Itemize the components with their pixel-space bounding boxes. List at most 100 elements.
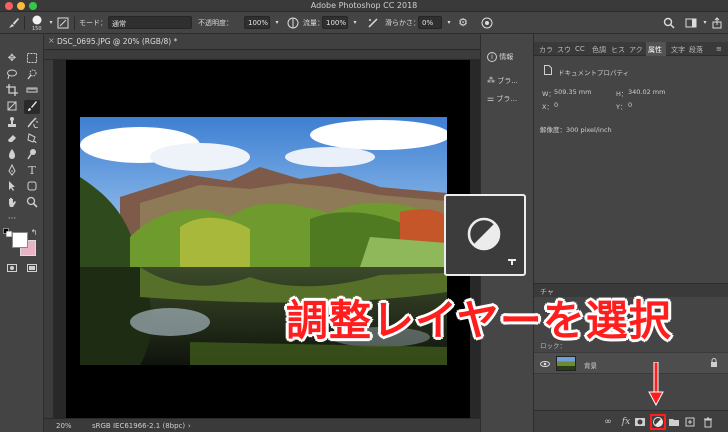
history-brush-tool-icon[interactable] bbox=[24, 116, 41, 130]
mode-select[interactable]: 通常 bbox=[108, 16, 192, 29]
crop-tool-icon[interactable] bbox=[4, 84, 20, 98]
brush-tool-icon[interactable] bbox=[24, 100, 40, 114]
path-select-tool-icon[interactable] bbox=[4, 180, 20, 194]
opacity-input[interactable]: 100% bbox=[244, 16, 270, 29]
tab-histogram[interactable]: ヒス bbox=[611, 45, 625, 55]
layer-name: 背景 bbox=[584, 362, 597, 370]
opacity-label: 不透明度： bbox=[198, 19, 233, 27]
tab-actions[interactable]: アク bbox=[629, 45, 643, 55]
type-tool-icon[interactable]: T bbox=[24, 164, 40, 178]
flow-dropdown-icon[interactable]: ▾ bbox=[348, 16, 362, 30]
color-profile: sRGB IEC61966-2.1 (8bpc) bbox=[92, 422, 186, 430]
layer-lock-icon bbox=[710, 358, 718, 368]
x-value[interactable]: 0 bbox=[554, 101, 558, 109]
tab-libraries[interactable]: CC bbox=[575, 45, 585, 53]
vertical-ruler[interactable] bbox=[44, 60, 54, 418]
smoothing-label: 滑らかさ： bbox=[385, 19, 420, 27]
new-group-icon[interactable] bbox=[668, 416, 680, 428]
brush-size: 150 bbox=[32, 26, 42, 32]
dock-brush-settings-label: ブラ... bbox=[496, 95, 518, 103]
opacity-dropdown-icon[interactable]: ▾ bbox=[270, 16, 284, 30]
foreground-color-swatch[interactable] bbox=[12, 232, 28, 248]
tab-swatches[interactable]: スウ bbox=[557, 45, 571, 55]
info-icon: i bbox=[487, 52, 497, 62]
height-value[interactable]: 340.02 mm bbox=[628, 88, 665, 96]
stamp-tool-icon[interactable] bbox=[4, 116, 20, 130]
brush-panel-icon[interactable] bbox=[56, 16, 70, 30]
tab-paragraph[interactable]: 段落 bbox=[689, 45, 703, 55]
dock-brush[interactable]: ⁂ ブラ... bbox=[487, 76, 518, 86]
tools-panel: ✥ T ··· ↰ bbox=[0, 34, 44, 432]
quick-mask-icon[interactable] bbox=[4, 262, 20, 276]
layer-mask-icon[interactable] bbox=[634, 416, 646, 428]
rectangle-tool-icon[interactable] bbox=[24, 180, 40, 194]
document-tab-title: DSC_0695.JPG @ 20% (RGB/8) * bbox=[57, 37, 178, 46]
workspace-icon[interactable] bbox=[684, 16, 698, 30]
tab-properties[interactable]: 属性 bbox=[648, 45, 662, 55]
new-layer-icon[interactable] bbox=[684, 416, 696, 428]
ruler-tool-icon[interactable] bbox=[24, 84, 40, 98]
instruction-text: 調整レイヤーを選択 bbox=[286, 296, 672, 345]
separator bbox=[74, 16, 75, 30]
delete-layer-icon[interactable] bbox=[702, 416, 714, 428]
dodge-tool-icon[interactable] bbox=[24, 148, 40, 162]
eraser-tool-icon[interactable] bbox=[4, 132, 20, 146]
smoothing-dropdown-icon[interactable]: ▾ bbox=[442, 16, 456, 30]
pressure-size-icon[interactable] bbox=[480, 16, 494, 30]
quick-select-tool-icon[interactable] bbox=[24, 68, 40, 82]
more-tools-icon[interactable]: ··· bbox=[4, 212, 20, 226]
flow-label: 流量： bbox=[303, 19, 324, 27]
zoom-level[interactable]: 20% bbox=[56, 422, 72, 430]
hand-tool-icon[interactable] bbox=[4, 196, 20, 210]
y-value[interactable]: 0 bbox=[628, 101, 632, 109]
down-arrow-indicator bbox=[648, 361, 664, 407]
layer-row-background[interactable]: 背景 bbox=[534, 352, 728, 374]
visibility-eye-icon[interactable] bbox=[540, 359, 550, 369]
adjustment-icon-callout bbox=[444, 194, 526, 276]
tab-character[interactable]: 文字 bbox=[671, 45, 685, 55]
options-bar: 150 ▾ モード： 通常 不透明度： 100% ▾ 流量： 100% ▾ 滑ら… bbox=[0, 12, 728, 34]
gradient-tool-icon[interactable] bbox=[24, 132, 40, 146]
move-tool-icon[interactable]: ✥ bbox=[4, 52, 20, 66]
y-label: Y： bbox=[616, 103, 627, 111]
layers-bottom-bar: ∞ fx bbox=[534, 410, 728, 432]
layer-style-icon[interactable]: fx bbox=[620, 416, 632, 428]
document-tab[interactable]: × DSC_0695.JPG @ 20% (RGB/8) * bbox=[44, 34, 480, 50]
lasso-tool-icon[interactable] bbox=[4, 68, 20, 82]
zoom-tool-icon[interactable] bbox=[24, 196, 40, 210]
right-panel-tabs: カラ スウ CC 色調 ヒス アク 属性 文字 段落 ≡ bbox=[534, 42, 728, 56]
pressure-opacity-icon[interactable] bbox=[286, 16, 300, 30]
pen-tool-icon[interactable] bbox=[4, 163, 20, 178]
airbrush-icon[interactable] bbox=[366, 16, 380, 30]
x-label: X： bbox=[542, 103, 553, 111]
dock-info[interactable]: i 情報 bbox=[487, 52, 513, 62]
dock-info-label: 情報 bbox=[499, 53, 514, 61]
dock-brush-settings[interactable]: ⚌ ブラ... bbox=[487, 94, 517, 104]
adjustment-layer-large-icon bbox=[466, 216, 506, 256]
separator bbox=[24, 16, 25, 30]
blur-tool-icon[interactable] bbox=[4, 148, 20, 162]
close-document-icon[interactable]: × bbox=[48, 36, 55, 45]
marquee-tool-icon[interactable] bbox=[24, 52, 40, 66]
horizontal-ruler[interactable] bbox=[44, 50, 480, 60]
screen-mode-icon[interactable] bbox=[24, 262, 40, 276]
frame-tool-icon[interactable] bbox=[4, 100, 20, 114]
panel-menu-icon[interactable]: ≡ bbox=[716, 45, 722, 53]
tab-color[interactable]: カラ bbox=[539, 45, 553, 55]
brush-tool-preset-icon[interactable] bbox=[6, 16, 20, 30]
link-layers-icon[interactable]: ∞ bbox=[602, 416, 614, 428]
flow-input[interactable]: 100% bbox=[322, 16, 348, 29]
width-value[interactable]: 509.35 mm bbox=[554, 88, 591, 96]
tab-adjustments[interactable]: 色調 bbox=[592, 45, 606, 55]
search-icon[interactable] bbox=[662, 16, 676, 30]
share-icon[interactable] bbox=[710, 16, 724, 30]
smoothing-input[interactable]: 0% bbox=[418, 16, 442, 29]
instruction-banner: 調整レイヤーを選択 bbox=[278, 287, 698, 345]
status-menu-icon[interactable]: › bbox=[188, 422, 191, 430]
adjustment-button-highlight bbox=[650, 414, 666, 430]
title-bar: Adobe Photoshop CC 2018 bbox=[0, 0, 728, 12]
resolution: 解像度：300 pixel/inch bbox=[540, 126, 612, 134]
smoothing-settings-gear-icon[interactable]: ⚙ bbox=[456, 16, 470, 30]
swap-colors-icon[interactable]: ↰ bbox=[29, 228, 39, 238]
brush-settings-icon: ⚌ bbox=[487, 94, 495, 103]
